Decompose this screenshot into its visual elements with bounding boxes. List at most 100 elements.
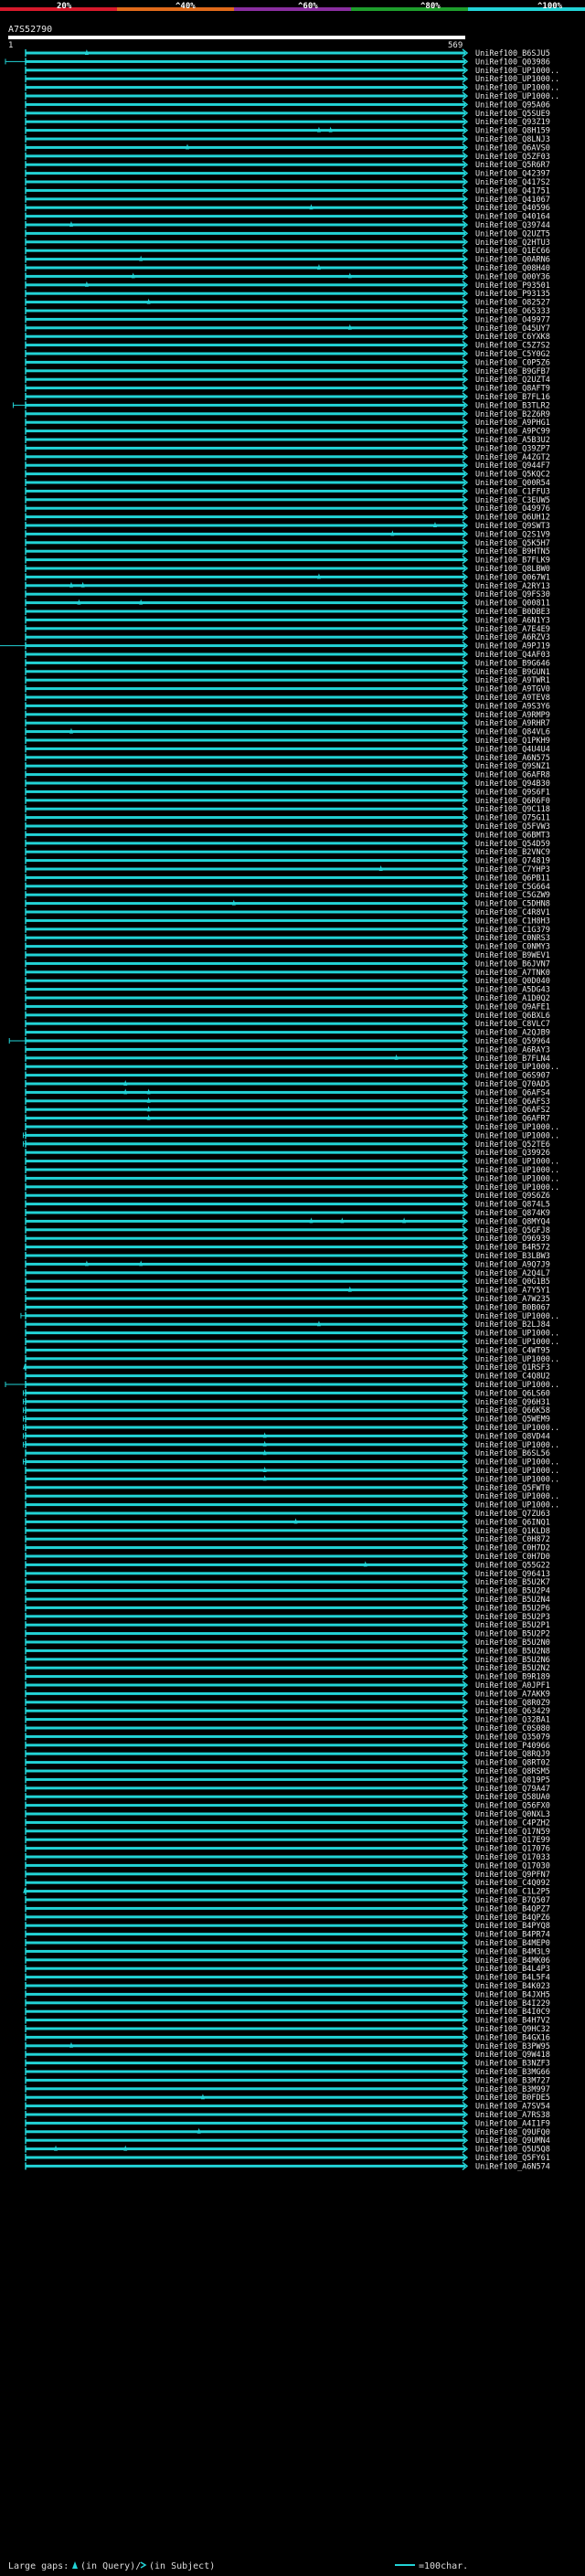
hit-bar [26,1443,465,1447]
hit-bar [26,377,465,381]
hit-bar [26,2164,465,2168]
hit-bar [26,1271,465,1275]
hit-bar [26,832,465,836]
hit-bar [26,1984,465,1988]
hit-bar [26,584,465,588]
hit-bar [26,2027,465,2030]
hit-bar [26,420,465,424]
hit-bar [26,918,465,922]
hit-bar [26,1734,465,1738]
hit-bar [26,1082,465,1086]
hit-bar [26,549,465,553]
hit-bar [26,1400,465,1404]
hit-bar [26,1279,465,1283]
hit-bar [26,172,465,175]
hit-bar [26,1417,465,1421]
query-id: A7S52790 [8,25,52,35]
hit-bar [26,1203,465,1206]
hit-bar [26,695,465,699]
legend-scale: =100char. [419,2561,468,2571]
hit-bar [26,1262,465,1266]
hit-bar [26,910,465,914]
hit-bar [26,1185,465,1189]
hit-bar [26,532,465,535]
hit-bar [26,1142,465,1146]
hit-bar [26,1125,465,1129]
hit-bar [26,2044,465,2048]
hit-bar [26,77,465,80]
hit-bar [26,515,465,519]
hit-bar [26,249,465,252]
hit-bar [26,1246,465,1249]
hit-bar [26,1898,465,1902]
hit-bar [26,154,465,158]
hit-bar [26,738,465,742]
hit-bar [26,1933,465,1936]
hit-bar [26,1434,465,1437]
hit-bar [26,1426,465,1429]
hit-bar [26,721,465,725]
hit-bar [26,1314,465,1318]
hit-bar [26,506,465,510]
hit-bar [26,1133,465,1137]
hit-bar [26,1769,465,1773]
hit-bar [26,274,465,278]
hit-bar [26,1915,465,1919]
hit-bar [26,1357,465,1361]
hit-bar [26,1365,465,1369]
hit-bar [26,730,465,734]
scale-line-icon [395,2564,415,2566]
hit-label[interactable]: UniRef100_A6N574 [475,2162,550,2171]
hit-bar [26,773,465,777]
hit-bar [26,1863,465,1867]
hit-bar [26,2070,465,2073]
hit-bar [26,953,465,957]
identity-scale-label: 20% [57,2,72,11]
hit-bar [26,1408,465,1412]
hit-bar [26,344,465,347]
hit-bar [26,1572,465,1575]
hit-bar [26,334,465,338]
hit-bar [26,309,465,313]
hit-bar [26,137,465,141]
hit-bar [26,1004,465,1008]
hit-bar [26,163,465,166]
hit-bar [26,670,465,673]
hit-bar [26,352,465,355]
hit-bar [26,1219,465,1223]
hit-bar [26,1777,465,1781]
hit-bar [26,1047,465,1051]
hit-bar [26,2130,465,2134]
hit-bar [26,1486,465,1489]
hit-bar [26,1168,465,1171]
hit-bar [26,2121,465,2125]
hit-bar [26,1193,465,1197]
identity-scale-segment [234,7,351,11]
hit-bar [26,885,465,888]
hit-bar [26,2113,465,2116]
hit-bar [26,747,465,750]
hit-bar [26,2009,465,2013]
hit-bar [26,111,465,115]
hit-bar [26,1305,465,1309]
hit-bar [26,301,465,304]
hit-bar [26,1958,465,1962]
hit-bar [26,1477,465,1480]
hit-bar [26,1675,465,1679]
hit-bar [26,2087,465,2091]
hit-bar [26,1297,465,1300]
hit-bar [26,1804,465,1807]
hit-bar [26,1117,465,1120]
hit-bar [26,403,465,407]
hit-bar [26,1254,465,1257]
identity-scale-label: ^100% [537,2,563,11]
hit-bar [26,2019,465,2022]
legend-in-subject: (in Subject) [149,2561,215,2571]
hit-bar [26,215,465,218]
hit-bar [26,627,465,631]
hit-bar [26,180,465,184]
hit-bar [26,1529,465,1532]
hit-bar [26,1322,465,1326]
hit-bar [26,850,465,853]
hit-bar [26,1160,465,1163]
